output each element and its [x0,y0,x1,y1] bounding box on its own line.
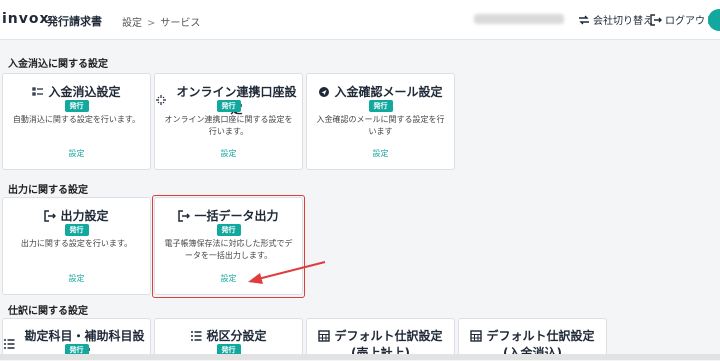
card-title: デフォルト仕訳設定 [334,329,443,343]
table-icon [470,329,483,342]
list-icon [4,339,15,349]
section-title-journal: 仕訳に関する設定 [8,306,88,317]
annotation-arrow [248,261,326,284]
table-icon [318,329,331,342]
horizontal-scrollbar[interactable] [0,354,720,360]
card-title: デフォルト仕訳設定 [486,329,595,343]
list-icon [191,330,202,341]
card-title: 税区分設定 [206,329,267,343]
